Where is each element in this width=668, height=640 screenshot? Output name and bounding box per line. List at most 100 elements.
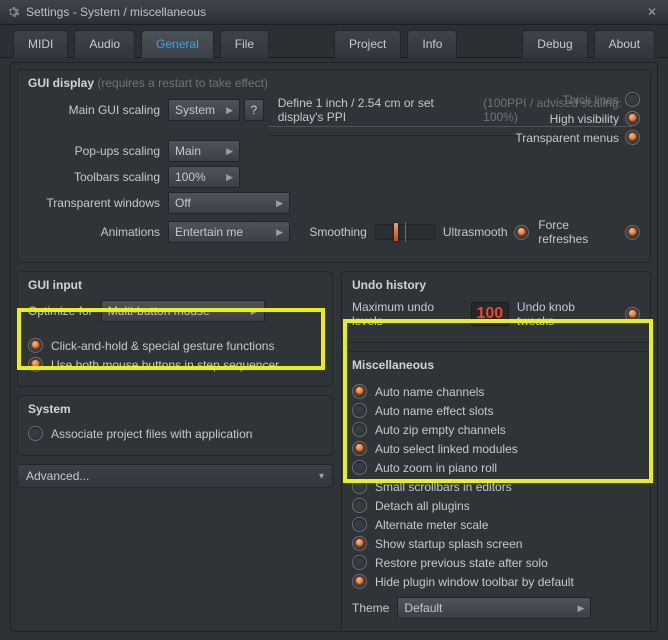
optimize-for-combo[interactable]: Multi-button mouse ▶ [101, 300, 265, 322]
misc-option-label: Auto zip empty channels [375, 423, 506, 437]
max-undo-value[interactable]: 100 [471, 302, 509, 326]
tab-general[interactable]: General [141, 30, 214, 58]
ultrasmooth-option[interactable]: Ultrasmooth [443, 225, 529, 240]
misc-option[interactable]: Auto name effect slots [352, 403, 640, 418]
tab-project[interactable]: Project [334, 30, 401, 58]
misc-option[interactable]: Hide plugin window toolbar by default [352, 574, 640, 589]
gui-display-group: GUI display (requires a restart to take … [17, 69, 651, 263]
close-icon[interactable]: ✕ [642, 5, 662, 19]
click-hold-label: Click-and-hold & special gesture functio… [51, 339, 274, 353]
chevron-right-icon: ▶ [243, 306, 258, 317]
optimize-for-label: Optimize for [28, 304, 93, 318]
misc-option[interactable]: Auto zoom in piano roll [352, 460, 640, 475]
click-hold-option[interactable]: Click-and-hold & special gesture functio… [28, 338, 322, 353]
window-title: Settings - System / miscellaneous [26, 5, 206, 19]
tab-bar: MIDI Audio General File Project Info Deb… [0, 25, 668, 58]
radio-icon [28, 338, 43, 353]
radio-icon [352, 403, 367, 418]
radio-icon [625, 225, 640, 240]
misc-group: Miscellaneous Auto name channels Auto nam… [341, 351, 651, 632]
misc-legend: Miscellaneous [352, 358, 640, 372]
advanced-label: Advanced... [26, 469, 89, 483]
misc-option-label: Show startup splash screen [375, 537, 522, 551]
radio-icon [352, 422, 367, 437]
ppi-label: Define 1 inch / 2.54 cm or set display's… [278, 96, 480, 124]
theme-combo[interactable]: Default▶ [397, 597, 591, 619]
radio-icon [514, 225, 529, 240]
misc-option-label: Small scrollbars in editors [375, 480, 512, 494]
transparent-windows-label: Transparent windows [28, 196, 168, 210]
animations-value: Entertain me [175, 225, 243, 239]
misc-option-label: Detach all plugins [375, 499, 470, 513]
gui-display-legend-text: GUI display [28, 76, 94, 90]
help-button[interactable]: ? [244, 99, 264, 121]
tab-info[interactable]: Info [407, 30, 457, 58]
smoothing-slider[interactable] [375, 224, 435, 240]
thick-lines-option[interactable]: Thick lines [562, 92, 640, 107]
misc-option-label: Alternate meter scale [375, 518, 488, 532]
gui-input-legend: GUI input [28, 278, 322, 292]
undo-history-group: Undo history Maximum undo levels 100 Und… [341, 271, 651, 343]
force-refreshes-option[interactable]: Force refreshes [538, 218, 640, 246]
main-scaling-label: Main GUI scaling [28, 103, 168, 117]
misc-option-label: Auto name effect slots [375, 404, 494, 418]
misc-option[interactable]: Detach all plugins [352, 498, 640, 513]
smoothing-label: Smoothing [309, 225, 366, 239]
transparent-windows-combo[interactable]: Off▶ [168, 192, 290, 214]
chevron-right-icon: ▶ [268, 227, 283, 238]
misc-option[interactable]: Show startup splash screen [352, 536, 640, 551]
chevron-down-icon: ▾ [319, 471, 324, 482]
radio-icon [625, 307, 640, 322]
radio-icon [352, 555, 367, 570]
chevron-right-icon: ▶ [218, 105, 233, 116]
misc-option-label: Hide plugin window toolbar by default [375, 575, 574, 589]
undo-knob-tweaks-option[interactable]: Undo knob tweaks [517, 300, 640, 328]
advanced-toggle[interactable]: Advanced... ▾ [17, 464, 333, 488]
max-undo-label: Maximum undo levels [352, 300, 463, 328]
animations-combo[interactable]: Entertain me ▶ [168, 221, 290, 243]
radio-icon [352, 536, 367, 551]
radio-icon [352, 574, 367, 589]
tab-file[interactable]: File [220, 30, 269, 58]
misc-option[interactable]: Auto select linked modules [352, 441, 640, 456]
misc-option[interactable]: Alternate meter scale [352, 517, 640, 532]
gui-input-group: GUI input Optimize for Multi-button mous… [17, 271, 333, 387]
undo-legend: Undo history [352, 278, 640, 292]
tab-audio[interactable]: Audio [74, 30, 135, 58]
popups-scaling-value: Main [175, 144, 201, 158]
settings-window: Settings - System / miscellaneous ✕ MIDI… [0, 0, 668, 640]
radio-icon [625, 111, 640, 126]
radio-icon [352, 441, 367, 456]
associate-option[interactable]: Associate project files with application [28, 426, 322, 441]
misc-option[interactable]: Auto zip empty channels [352, 422, 640, 437]
optimize-for-value: Multi-button mouse [108, 304, 210, 318]
tab-midi[interactable]: MIDI [13, 30, 68, 58]
both-buttons-option[interactable]: Use both mouse buttons in step sequencer [28, 357, 322, 372]
transparent-menus-option[interactable]: Transparent menus [515, 130, 640, 145]
popups-scaling-combo[interactable]: Main▶ [168, 140, 240, 162]
high-visibility-label: High visibility [550, 112, 619, 126]
toolbars-scaling-label: Toolbars scaling [28, 170, 168, 184]
popups-scaling-label: Pop-ups scaling [28, 144, 168, 158]
thick-lines-label: Thick lines [562, 93, 619, 107]
radio-icon [352, 517, 367, 532]
animations-label: Animations [28, 225, 168, 239]
misc-option[interactable]: Restore previous state after solo [352, 555, 640, 570]
toolbars-scaling-combo[interactable]: 100%▶ [168, 166, 240, 188]
associate-label: Associate project files with application [51, 427, 252, 441]
main-scaling-combo[interactable]: System▶ [168, 99, 240, 121]
misc-option[interactable]: Auto name channels [352, 384, 640, 399]
chevron-right-icon: ▶ [268, 198, 283, 209]
high-visibility-option[interactable]: High visibility [550, 111, 640, 126]
gui-display-legend-sub: (requires a restart to take effect) [97, 76, 268, 90]
titlebar: Settings - System / miscellaneous ✕ [0, 0, 668, 25]
transparent-menus-label: Transparent menus [515, 131, 619, 145]
main-scaling-value: System [175, 103, 215, 117]
radio-icon [352, 479, 367, 494]
tab-debug[interactable]: Debug [522, 30, 587, 58]
toolbars-scaling-value: 100% [175, 170, 206, 184]
tab-about[interactable]: About [594, 30, 655, 58]
radio-icon [625, 130, 640, 145]
radio-icon [352, 498, 367, 513]
misc-option[interactable]: Small scrollbars in editors [352, 479, 640, 494]
